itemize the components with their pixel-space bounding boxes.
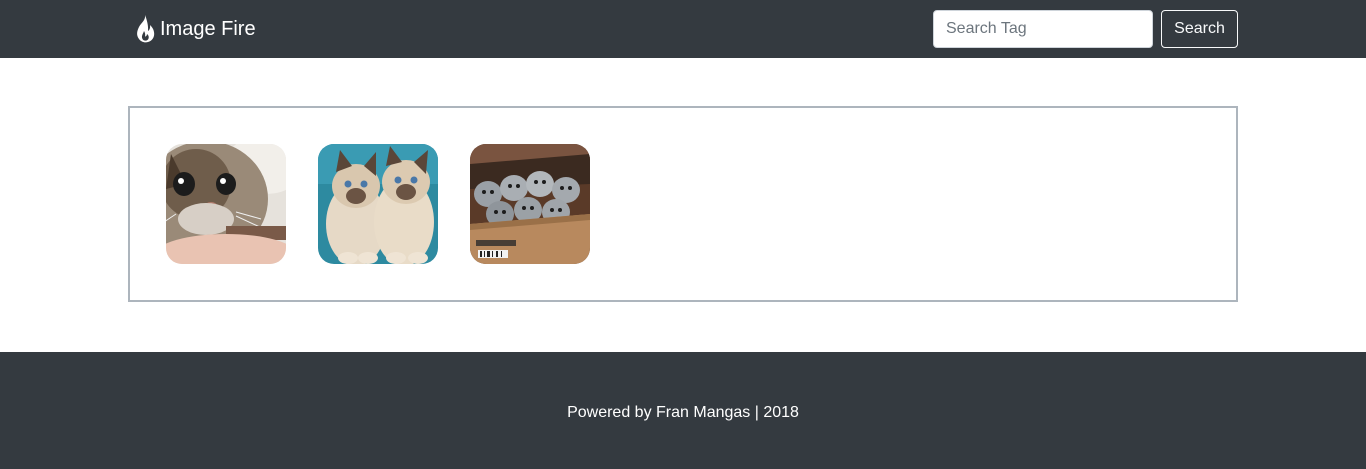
image-thumbnail[interactable] [166,144,286,264]
image-thumbnail[interactable] [470,144,590,264]
brand-name: Image Fire [160,18,256,40]
kitten-closeup-image [166,144,286,264]
footer-credit: Powered by Fran Mangas | 2018 [567,404,799,421]
image-gallery [128,106,1238,302]
brand-link[interactable]: Image Fire [131,14,256,44]
two-kittens-image [318,144,438,264]
fire-icon [131,14,158,44]
kittens-in-box-image [470,144,590,264]
search-tag-input[interactable] [933,10,1153,48]
footer: Powered by Fran Mangas | 2018 [0,352,1366,469]
image-thumbnail[interactable] [318,144,438,264]
navbar: Image Fire Search [0,0,1366,58]
search-button[interactable]: Search [1161,10,1238,48]
